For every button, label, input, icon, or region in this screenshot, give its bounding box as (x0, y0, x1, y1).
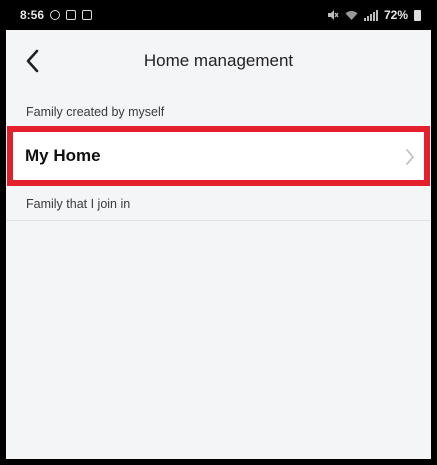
family-name: My Home (25, 146, 101, 165)
signal-icon (363, 9, 378, 21)
chevron-right-icon (406, 149, 414, 165)
section-label-created: Family created by myself (26, 105, 165, 119)
battery-icon (414, 9, 421, 21)
section-label-joined: Family that I join in (26, 197, 131, 211)
section-divider (6, 220, 431, 221)
app-header: Home management (6, 30, 431, 92)
family-item-my-home[interactable]: My Home (6, 130, 431, 184)
status-time: 8:56 (20, 8, 45, 22)
status-right: 72% (327, 8, 421, 22)
image-icon (66, 10, 77, 20)
notification-icon (50, 10, 61, 20)
page-title: Home management (143, 51, 294, 70)
status-bar: 8:56 72% (6, 0, 431, 30)
mute-icon (327, 10, 339, 20)
status-left: 8:56 (20, 8, 93, 22)
wifi-icon (345, 10, 358, 20)
battery-percent: 72% (383, 8, 408, 22)
app-frame: 8:56 72% Home management Family created … (0, 0, 437, 465)
calendar-icon (82, 10, 93, 20)
